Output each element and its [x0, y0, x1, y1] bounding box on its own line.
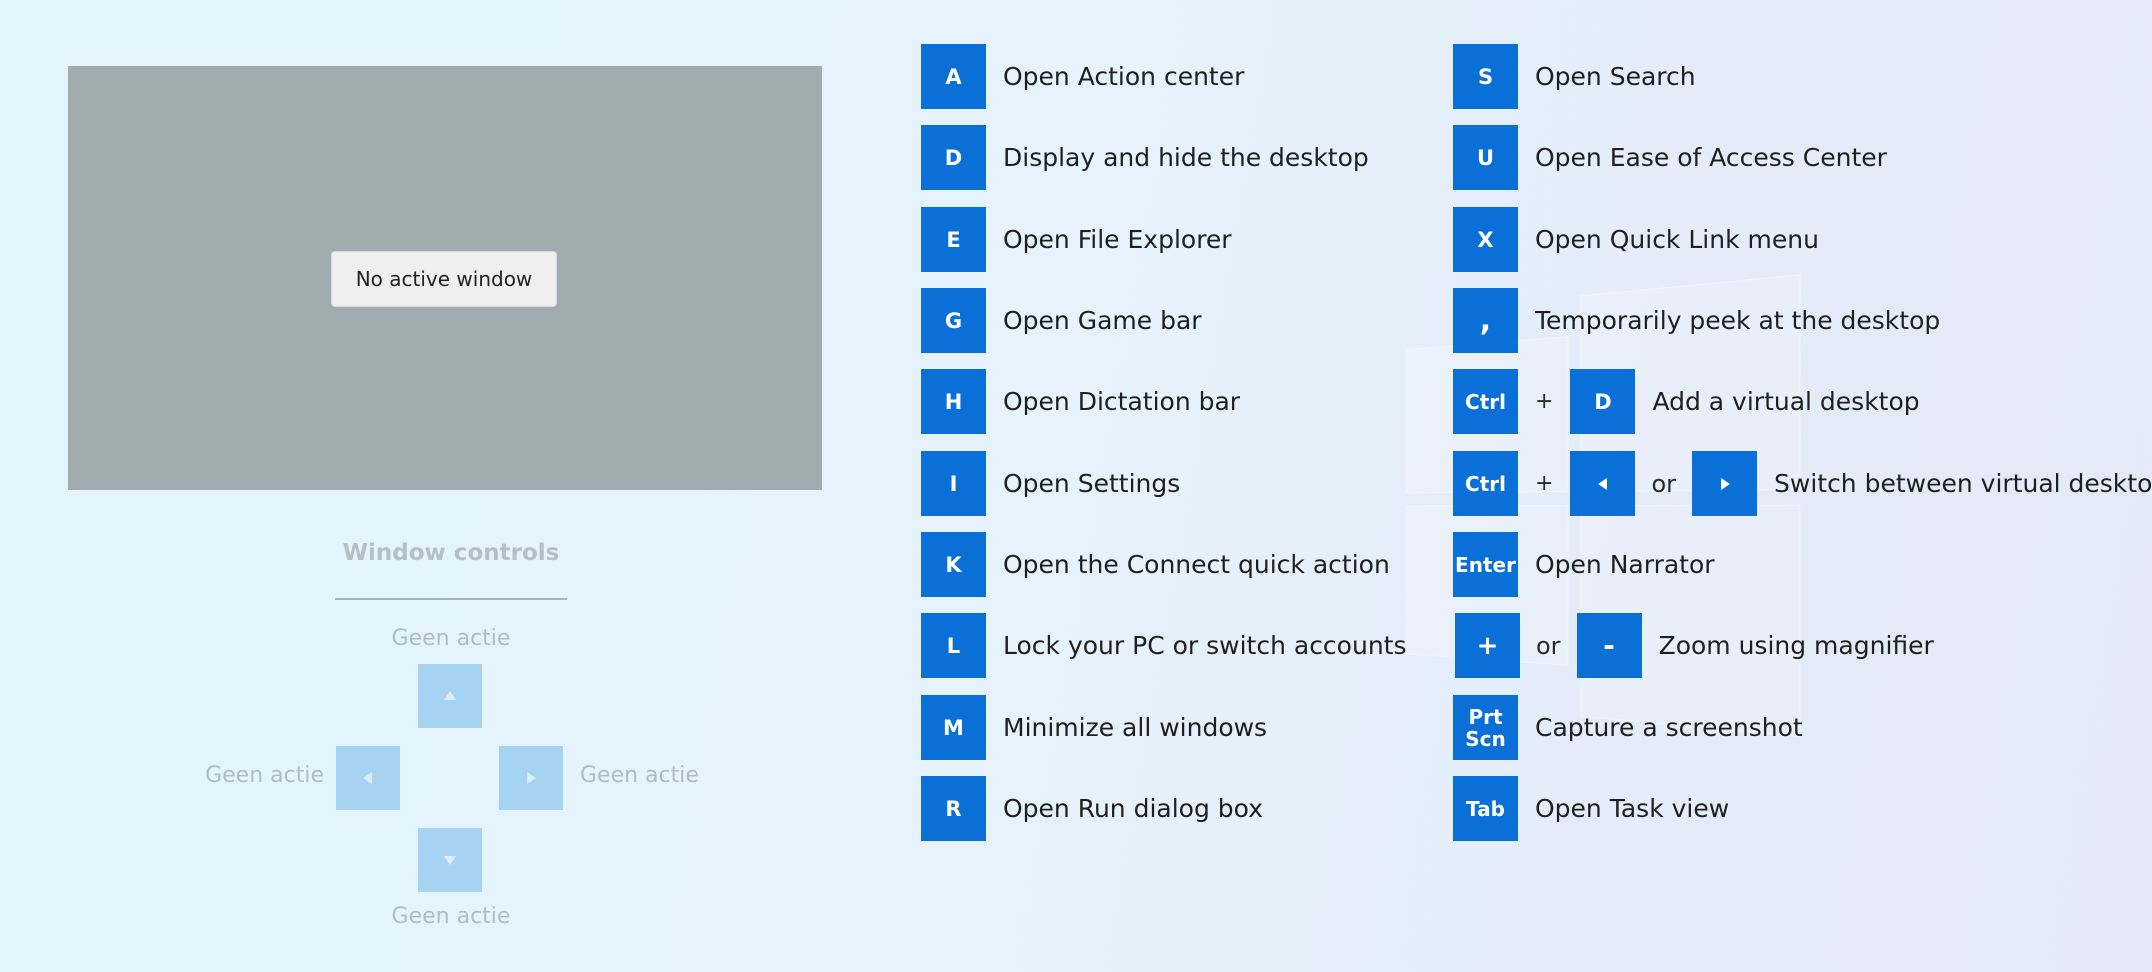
window-controls-title: Window controls: [342, 540, 560, 566]
snap-right-button[interactable]: [499, 746, 563, 810]
key-badge-right-arrow: [1692, 451, 1757, 516]
shortcut-row-narrator: Enter Open Narrator: [1453, 532, 1715, 597]
or-separator: or: [1651, 469, 1676, 498]
key-badge: +: [1455, 613, 1520, 678]
shortcut-row: H Open Dictation bar: [921, 369, 1240, 434]
shortcut-row-magnifier: + or - Zoom using magnifier: [1455, 613, 1934, 678]
shortcut-description: Open File Explorer: [1003, 225, 1232, 254]
key-badge: L: [921, 613, 986, 678]
shortcut-description: Zoom using magnifier: [1658, 631, 1934, 660]
shortcut-description: Open Narrator: [1535, 550, 1715, 579]
shortcut-description: Open Game bar: [1003, 306, 1202, 335]
key-badge: Tab: [1453, 776, 1518, 841]
snap-right-label: Geen actie: [580, 763, 699, 788]
key-badge: E: [921, 207, 986, 272]
key-label-line: Scn: [1465, 726, 1506, 751]
key-badge: D: [1570, 369, 1636, 434]
snap-down-label: Geen actie: [391, 904, 511, 929]
plus-separator: +: [1535, 389, 1554, 414]
key-badge: Enter: [1453, 532, 1518, 597]
key-badge: X: [1453, 207, 1518, 272]
window-controls-divider: [335, 598, 567, 600]
key-label-line: Prt: [1468, 704, 1503, 729]
or-separator: or: [1536, 631, 1561, 660]
shortcut-description: Open Search: [1535, 62, 1696, 91]
shortcut-row-add-desktop: Ctrl + D Add a virtual desktop: [1453, 369, 1920, 434]
shortcut-description: Open Action center: [1003, 62, 1245, 91]
shortcut-row: R Open Run dialog box: [921, 776, 1263, 841]
shortcut-description: Open the Connect quick action: [1003, 550, 1390, 579]
key-badge: S: [1453, 44, 1518, 109]
shortcut-row-ease: U Open Ease of Access Center: [1453, 125, 1887, 190]
snap-up-label: Geen actie: [391, 626, 511, 651]
key-badge: Ctrl: [1453, 451, 1518, 516]
key-badge: H: [921, 369, 986, 434]
shortcut-description: Capture a screenshot: [1535, 713, 1803, 742]
arrow-right-icon: [527, 772, 536, 784]
key-badge: I: [921, 451, 986, 516]
key-badge: -: [1576, 613, 1642, 678]
key-badge: Prt Scn: [1453, 695, 1518, 760]
shortcut-description: Open Run dialog box: [1003, 794, 1263, 823]
no-active-window-label: No active window: [331, 251, 557, 307]
key-badge: G: [921, 288, 986, 353]
shortcut-row: A Open Action center: [921, 44, 1244, 109]
shortcut-description: Open Task view: [1535, 794, 1730, 823]
shortcut-row: K Open the Connect quick action: [921, 532, 1390, 597]
arrow-right-icon: [1720, 477, 1730, 490]
shortcut-description: Temporarily peek at the desktop: [1535, 306, 1941, 335]
arrow-left-icon: [363, 772, 372, 784]
key-badge-left-arrow: [1570, 451, 1636, 516]
shortcut-row: D Display and hide the desktop: [921, 125, 1369, 190]
arrow-up-icon: [444, 691, 456, 700]
shortcut-row-search: S Open Search: [1453, 44, 1696, 109]
shortcut-row-peek: , Temporarily peek at the desktop: [1453, 288, 1940, 353]
shortcut-description: Open Ease of Access Center: [1535, 143, 1887, 172]
snap-down-button[interactable]: [418, 828, 482, 892]
arrow-left-icon: [1597, 477, 1607, 490]
shortcut-description: Open Settings: [1003, 469, 1181, 498]
shortcut-row-quicklink: X Open Quick Link menu: [1453, 207, 1819, 272]
shortcut-description: Minimize all windows: [1003, 713, 1268, 742]
shortcut-row: G Open Game bar: [921, 288, 1202, 353]
key-badge: K: [921, 532, 986, 597]
shortcut-row: I Open Settings: [921, 451, 1180, 516]
window-preview: No active window: [68, 66, 822, 490]
key-badge: M: [921, 695, 986, 760]
snap-left-label: Geen actie: [205, 763, 324, 788]
shortcut-row: L Lock your PC or switch accounts: [921, 613, 1407, 678]
shortcut-description: Open Dictation bar: [1003, 387, 1241, 416]
shortcut-description: Display and hide the desktop: [1003, 143, 1369, 172]
snap-up-button[interactable]: [418, 664, 482, 728]
shortcut-row-switch-desktop: Ctrl + or Switch between virtual desktop…: [1453, 451, 2152, 516]
shortcut-description: Switch between virtual desktops: [1774, 469, 2152, 498]
shortcut-description: Add a virtual desktop: [1652, 387, 1920, 416]
key-badge: U: [1453, 125, 1518, 190]
shortcut-description: Open Quick Link menu: [1535, 225, 1819, 254]
shortcut-description: Lock your PC or switch accounts: [1003, 631, 1407, 660]
shortcut-row: M Minimize all windows: [921, 695, 1267, 760]
key-badge: Ctrl: [1453, 369, 1518, 434]
shortcut-row-taskview: Tab Open Task view: [1453, 776, 1729, 841]
shortcut-row-screenshot: Prt Scn Capture a screenshot: [1453, 695, 1803, 760]
key-badge: ,: [1453, 288, 1518, 353]
arrow-down-icon: [444, 856, 456, 865]
key-badge: R: [921, 776, 986, 841]
key-badge: A: [921, 44, 986, 109]
shortcut-row: E Open File Explorer: [921, 207, 1232, 272]
snap-left-button[interactable]: [336, 746, 400, 810]
plus-separator: +: [1535, 471, 1554, 496]
key-badge: D: [921, 125, 986, 190]
